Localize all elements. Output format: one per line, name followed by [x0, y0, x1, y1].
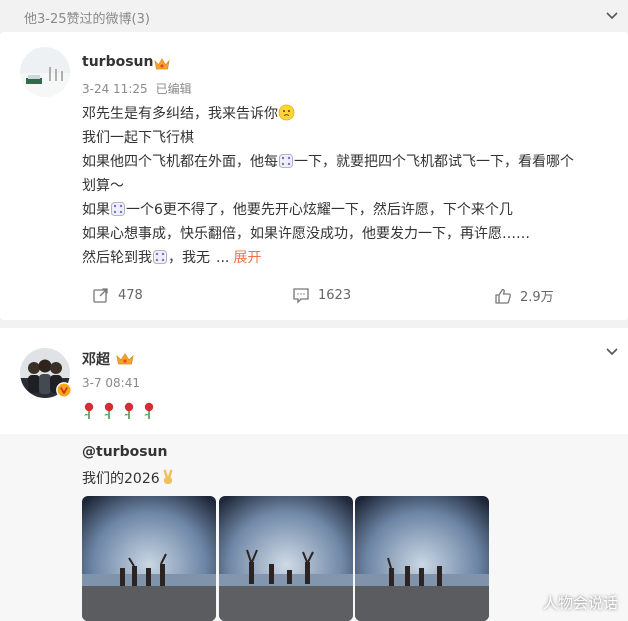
post-body: 邓先生是有多纠结，我来告诉你 我们一起下飞行棋 如果他四个飞机都在外面，他每 一下…: [82, 102, 574, 270]
expand-link[interactable]: 展开: [233, 250, 261, 266]
username[interactable]: 邓超: [82, 349, 110, 369]
post-line: 然后轮到我: [82, 250, 152, 266]
like-count: 2.9万: [520, 290, 554, 305]
post-meta: 3-24 11:25 已编辑: [82, 80, 192, 97]
comment-count: 1623: [318, 287, 352, 303]
section-title: 他3-25赞过的微博(3): [24, 12, 150, 27]
section-header: 他3-25赞过的微博(3): [0, 0, 628, 32]
retweet-photo[interactable]: [219, 496, 353, 621]
watermark: 人物会说话: [542, 594, 618, 612]
verified-badge-icon: [56, 382, 72, 402]
post-time[interactable]: 3-24 11:25: [82, 82, 148, 96]
comment-icon: [293, 288, 309, 304]
post-line: 邓先生是有多纠结，我来告诉你: [82, 106, 278, 122]
post-body: [82, 402, 162, 424]
retweet-box[interactable]: @turbosun 我们的2026 人物会说话: [0, 434, 628, 621]
retweet-username[interactable]: @turbosun: [82, 444, 167, 460]
chevron-down-icon[interactable]: [604, 8, 620, 24]
rose-icon: [144, 402, 154, 419]
rose-icons: [84, 402, 154, 419]
rose-icon: [104, 402, 114, 419]
rose-icon: [124, 402, 134, 419]
avatar[interactable]: [20, 47, 70, 97]
post-line: 如果: [82, 202, 110, 218]
post-line: 一下，就要把四个飞机都试飞一下，看看哪个: [294, 154, 574, 170]
post-line: 如果他四个飞机都在外面，他每: [82, 154, 278, 170]
post-meta: 3-7 08:41: [82, 376, 140, 390]
rose-icon: [84, 402, 94, 419]
thinking-face-icon: [278, 104, 295, 129]
post-line: 我们一起下飞行棋: [82, 130, 194, 146]
thumbs-up-icon: [495, 288, 511, 304]
post-line: ，我无: [168, 250, 210, 266]
post-line: 如果心想事成，快乐翻倍，如果许愿没成功，他要发力一下，再许愿……: [82, 226, 530, 242]
ellipsis: ...: [216, 250, 230, 266]
post-line: 划算～: [82, 178, 124, 194]
crown-badge-icon: [116, 351, 134, 370]
edited-label: 已编辑: [155, 82, 192, 96]
post-line: 一个6更不得了，他要先开心炫耀一下，然后许愿，下个来个几: [126, 202, 513, 218]
repost-icon: [93, 288, 108, 303]
post-time[interactable]: 3-7 08:41: [82, 376, 140, 390]
post-actions: 478 1623 2.9万: [0, 286, 628, 312]
dice-icon: [152, 249, 168, 273]
retweet-photo[interactable]: [355, 496, 489, 621]
repost-count: 478: [118, 287, 143, 303]
username[interactable]: turbosun: [82, 54, 153, 70]
retweet-photo[interactable]: [82, 496, 216, 621]
like-button[interactable]: 2.9万: [494, 286, 554, 305]
weibo-post-card: 邓超 3-7 08:41 @turbosun 我们的2026 人物会说话: [0, 328, 628, 621]
victory-hand-icon: [160, 469, 176, 490]
retweet-text: 我们的2026: [82, 468, 176, 490]
dice-icon: [278, 153, 294, 177]
repost-button[interactable]: 478: [92, 286, 143, 304]
weibo-post-card: turbosun 3-24 11:25 已编辑 邓先生是有多纠结，我来告诉你 我们…: [0, 32, 628, 320]
chevron-down-icon[interactable]: [604, 344, 620, 360]
comment-button[interactable]: 1623: [292, 286, 351, 304]
crown-badge-icon: [154, 56, 170, 75]
